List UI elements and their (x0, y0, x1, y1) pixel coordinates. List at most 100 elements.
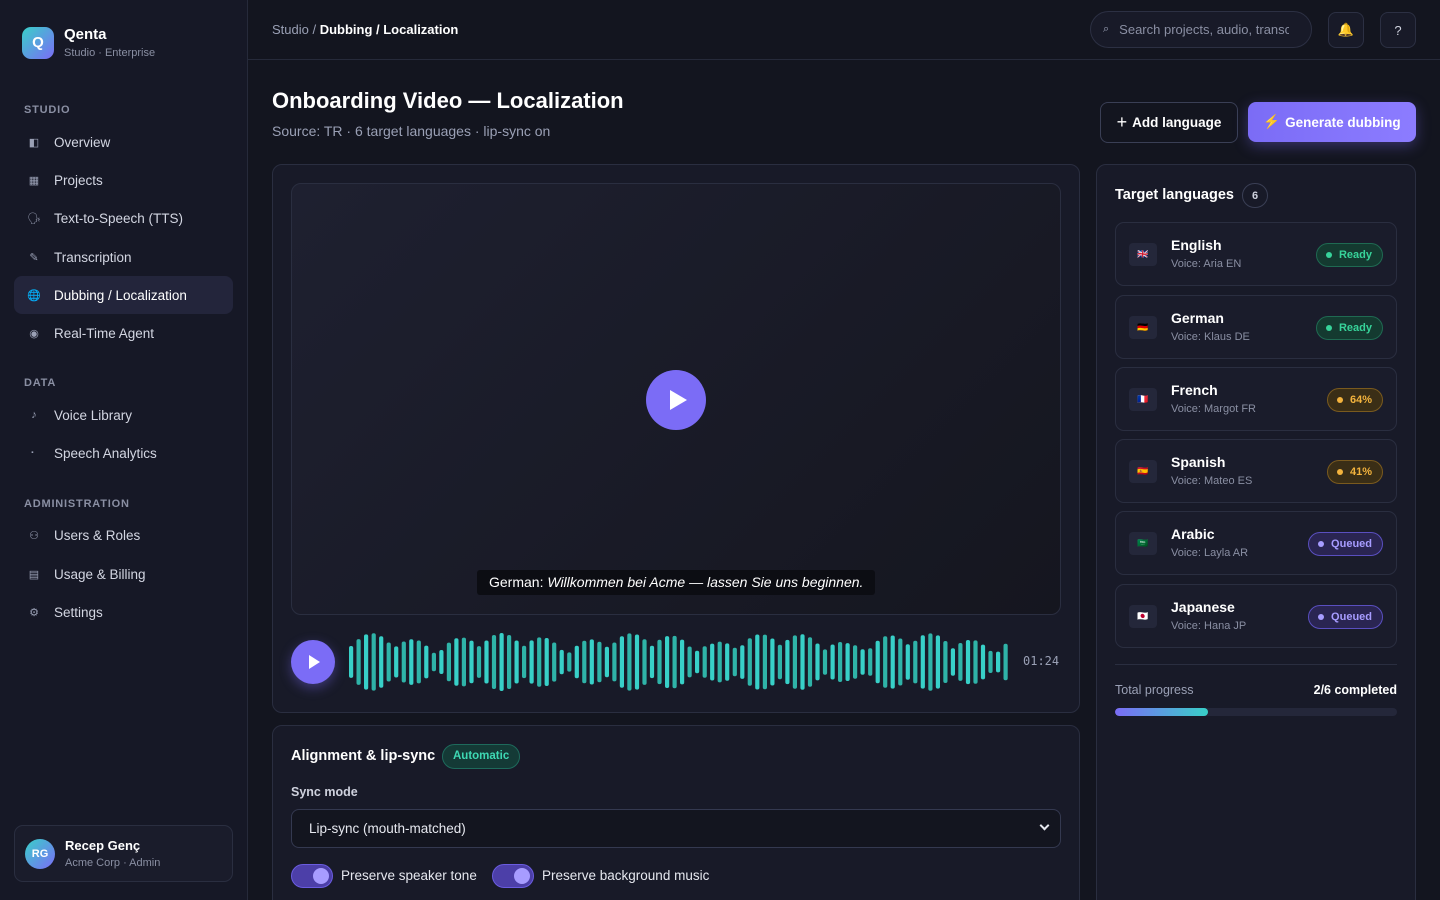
generate-dubbing-label: Generate dubbing (1285, 114, 1401, 130)
speech-icon: 🗣 (27, 212, 41, 225)
gear-icon: ⚙ (29, 606, 39, 619)
nav-section-studio: STUDIO (24, 104, 71, 116)
waveform-bar (890, 635, 895, 689)
waveform-bar (567, 652, 572, 672)
waveform-bar (680, 639, 685, 685)
language-row-german[interactable]: 🇩🇪 German Voice: Klaus DE Ready (1115, 295, 1397, 359)
sidebar-item-transcription[interactable]: ✎ Transcription (14, 238, 233, 276)
language-voice: Voice: Mateo ES (1171, 475, 1253, 487)
audio-play-button[interactable] (291, 640, 335, 684)
waveform-bar (747, 638, 752, 686)
waveform-bar (770, 638, 775, 686)
waveform-bar (476, 646, 482, 678)
user-org: Acme Corp · Admin (65, 857, 161, 869)
breadcrumb-root[interactable]: Studio / (272, 22, 320, 37)
total-progress-fill (1115, 708, 1209, 716)
sidebar-item-realtime-agent[interactable]: ◉ Real-Time Agent (14, 314, 233, 352)
bolt-icon: ⚡ (1263, 114, 1281, 129)
sidebar-item-label: Text-to-Speech (TTS) (54, 210, 184, 226)
generate-dubbing-button[interactable]: ⚡ Generate dubbing (1248, 102, 1416, 142)
waveform-bar (988, 650, 993, 673)
waveform-bar (785, 639, 790, 685)
sync-mode-label: Sync mode (291, 785, 358, 799)
waveform-bar (800, 634, 805, 690)
status-badge: 41% (1326, 460, 1383, 484)
waveform-bar (860, 649, 865, 675)
preserve-background-music-toggle[interactable] (492, 864, 534, 888)
language-row-arabic[interactable]: 🇸🇦 Arabic Voice: Layla AR Queued (1115, 511, 1397, 575)
sidebar-item-overview[interactable]: ◧ Overview (14, 123, 233, 161)
audio-waveform[interactable] (349, 630, 1011, 694)
sidebar-item-usage-billing[interactable]: ▤ Usage & Billing (14, 555, 233, 593)
brand[interactable]: Q Qenta Studio · Enterprise (22, 26, 155, 59)
waveform-bar (446, 642, 451, 682)
add-language-button[interactable]: + Add language (1100, 102, 1238, 143)
sidebar-item-projects[interactable]: ▦ Projects (14, 161, 233, 199)
language-count-badge: 6 (1242, 183, 1268, 208)
help-button[interactable]: ? (1380, 12, 1416, 48)
sidebar-item-label: Speech Analytics (54, 445, 157, 461)
sync-mode-select[interactable]: Lip-sync (mouth-matched) (291, 809, 1061, 848)
search-input[interactable] (1119, 22, 1290, 37)
language-row-spanish[interactable]: 🇪🇸 Spanish Voice: Mateo ES 41% (1115, 439, 1397, 503)
waveform-bar (838, 642, 843, 682)
language-voice: Voice: Margot FR (1171, 403, 1256, 415)
user-card[interactable]: RG Recep Genç Acme Corp · Admin (14, 825, 233, 882)
subtitle-language: German: (489, 574, 544, 590)
waveform-bar (853, 645, 858, 679)
notifications-button[interactable]: 🔔 (1328, 12, 1364, 48)
sidebar-item-tts[interactable]: 🗣 Text-to-Speech (TTS) (14, 199, 233, 237)
waveform-bar (875, 640, 880, 684)
waveform-bar (582, 640, 587, 684)
waveform-bar (409, 639, 414, 685)
nav-section-data: DATA (24, 377, 57, 389)
waveform-bar (439, 650, 444, 674)
waveform-bar (627, 633, 632, 691)
waveform-bar (612, 642, 617, 682)
app-subtitle: Studio · Enterprise (64, 47, 156, 59)
waveform-bar (898, 638, 903, 686)
pen-icon: ✎ (29, 251, 39, 264)
waveform-bar (537, 637, 542, 687)
radio-icon: ◉ (29, 327, 39, 340)
language-voice: Voice: Hana JP (1171, 620, 1247, 632)
subtitle-text: Willkommen bei Acme — lassen Sie uns beg… (547, 574, 864, 590)
preserve-speaker-tone-toggle[interactable] (291, 864, 333, 888)
sidebar-item-label: Usage & Billing (54, 566, 146, 582)
language-name: Spanish (1171, 454, 1226, 470)
overview-icon: ◧ (28, 136, 40, 149)
waveform-bar (431, 652, 436, 672)
flag-gb-icon: 🇬🇧 (1129, 243, 1157, 266)
language-row-english[interactable]: 🇬🇧 English Voice: Aria EN Ready (1115, 222, 1397, 286)
waveform-bar (371, 633, 376, 691)
sidebar-item-dubbing[interactable]: 🌐 Dubbing / Localization (14, 276, 233, 314)
waveform-bar (529, 640, 534, 684)
waveform-bar (522, 645, 527, 679)
sidebar-item-settings[interactable]: ⚙ Settings (14, 593, 233, 631)
sidebar-item-label: Projects (54, 172, 103, 188)
preserve-background-music-label: Preserve background music (542, 868, 710, 883)
waveform-bar (484, 640, 489, 684)
sidebar-item-label: Real-Time Agent (54, 325, 155, 341)
waveform-bar (950, 648, 955, 676)
sync-mode-value: Lip-sync (mouth-matched) (309, 821, 466, 836)
sidebar-item-voice-library[interactable]: ♪ Voice Library (14, 396, 233, 434)
sidebar-item-users-roles[interactable]: ⚇ Users & Roles (14, 516, 233, 554)
search-box[interactable]: ⌕ (1090, 11, 1312, 48)
video-play-button[interactable] (646, 370, 706, 430)
projects-icon: ▦ (28, 174, 40, 187)
sidebar-item-speech-analytics[interactable]: ⠂ Speech Analytics (14, 434, 233, 472)
waveform-bar (792, 635, 797, 689)
waveform-bar (845, 643, 850, 681)
divider (1115, 664, 1397, 665)
help-icon: ? (1394, 22, 1402, 38)
waveform-bar (559, 649, 564, 675)
sidebar-item-label: Overview (54, 134, 111, 150)
waveform-bar (379, 636, 384, 688)
user-name: Recep Genç (65, 838, 141, 853)
waveform-bar (762, 634, 767, 690)
language-row-japanese[interactable]: 🇯🇵 Japanese Voice: Hana JP Queued (1115, 584, 1397, 648)
language-row-french[interactable]: 🇫🇷 French Voice: Margot FR 64% (1115, 367, 1397, 431)
waveform-bar (657, 639, 662, 685)
waveform-bar (416, 640, 421, 684)
